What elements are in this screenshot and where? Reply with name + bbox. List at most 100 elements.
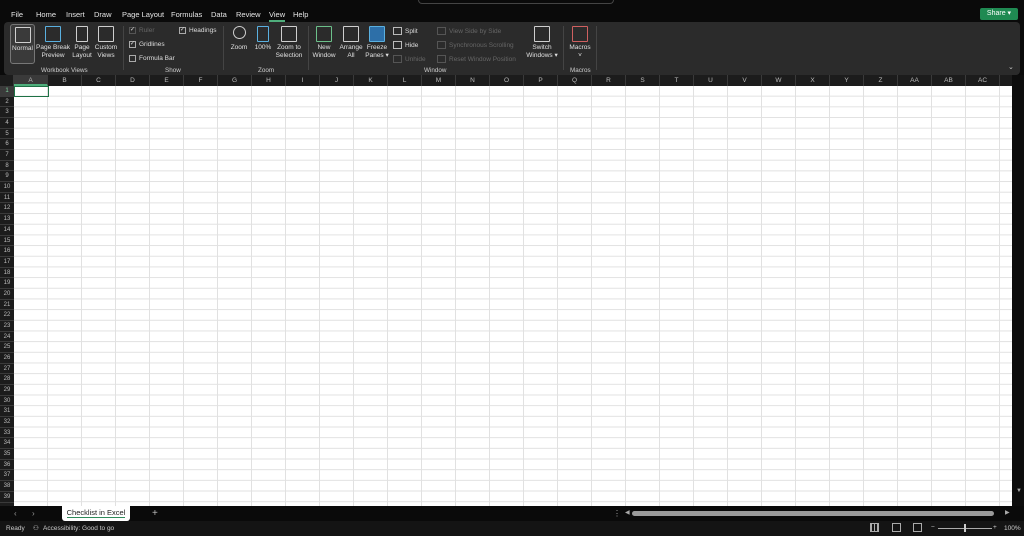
row-header-37[interactable]: 37: [0, 470, 14, 482]
zoom-slider-thumb[interactable]: [964, 524, 966, 532]
row-header-22[interactable]: 22: [0, 310, 14, 321]
new-window-button[interactable]: New Window: [311, 26, 337, 60]
tab-splitter-icon[interactable]: ⋮: [613, 509, 621, 518]
synchronous-scrolling-button[interactable]: Synchronous Scrolling: [437, 41, 514, 49]
row-header-7[interactable]: 7: [0, 150, 14, 161]
row-header-2[interactable]: 2: [0, 97, 14, 108]
column-header-F[interactable]: F: [184, 75, 218, 86]
row-header-10[interactable]: 10: [0, 182, 14, 193]
menu-tab-home[interactable]: Home: [36, 10, 56, 19]
hide-button[interactable]: Hide: [393, 41, 418, 49]
scroll-left-icon[interactable]: ◀: [625, 509, 630, 516]
menu-tab-file[interactable]: File: [11, 10, 23, 19]
row-header-31[interactable]: 31: [0, 406, 14, 418]
zoom-button[interactable]: Zoom: [229, 26, 249, 52]
row-header-20[interactable]: 20: [0, 289, 14, 300]
row-header-23[interactable]: 23: [0, 321, 14, 332]
column-header-C[interactable]: C: [82, 75, 116, 86]
column-header-B[interactable]: B: [48, 75, 82, 86]
prev-sheet-icon[interactable]: ‹: [14, 509, 17, 518]
row-header-33[interactable]: 33: [0, 428, 14, 439]
column-header-D[interactable]: D: [116, 75, 150, 86]
row-header-12[interactable]: 12: [0, 203, 14, 215]
zoom-in-icon[interactable]: +: [993, 524, 997, 531]
column-header-A[interactable]: A: [14, 75, 48, 86]
row-header-3[interactable]: 3: [0, 107, 14, 119]
row-header-35[interactable]: 35: [0, 449, 14, 460]
column-header-AA[interactable]: AA: [898, 75, 932, 86]
row-header-25[interactable]: 25: [0, 342, 14, 353]
page-layout-button[interactable]: Page Layout: [71, 26, 93, 60]
row-header-39[interactable]: 39: [0, 492, 14, 503]
next-sheet-icon[interactable]: ›: [32, 509, 35, 518]
title-search-box[interactable]: [418, 0, 614, 4]
menu-tab-data[interactable]: Data: [211, 10, 227, 19]
custom-views-button[interactable]: Custom Views: [94, 26, 118, 60]
column-header-E[interactable]: E: [150, 75, 184, 86]
column-header-O[interactable]: O: [490, 75, 524, 86]
row-header-15[interactable]: 15: [0, 236, 14, 247]
page-break-preview-button[interactable]: Page Break Preview: [36, 26, 70, 60]
column-header-Y[interactable]: Y: [830, 75, 864, 86]
horizontal-scrollbar[interactable]: [632, 511, 994, 516]
column-header-L[interactable]: L: [388, 75, 422, 86]
collapse-ribbon-icon[interactable]: ⌄: [1008, 63, 1014, 71]
add-sheet-button[interactable]: +: [152, 508, 158, 519]
worksheet-grid[interactable]: [14, 86, 1012, 506]
column-header-W[interactable]: W: [762, 75, 796, 86]
row-header-28[interactable]: 28: [0, 374, 14, 386]
sheet-tab-checklist[interactable]: Checklist in Excel: [62, 506, 130, 521]
column-header-T[interactable]: T: [660, 75, 694, 86]
selected-cell-a1[interactable]: [14, 86, 49, 97]
vertical-scrollbar[interactable]: ▼: [1012, 75, 1024, 506]
row-header-26[interactable]: 26: [0, 353, 14, 364]
row-header-18[interactable]: 18: [0, 268, 14, 279]
row-header-11[interactable]: 11: [0, 193, 14, 204]
zoom-to-selection-button[interactable]: Zoom to Selection: [274, 26, 304, 60]
row-header-9[interactable]: 9: [0, 171, 14, 183]
view-side-by-side-button[interactable]: View Side by Side: [437, 27, 501, 35]
normal-view-icon[interactable]: [870, 523, 879, 532]
column-header-I[interactable]: I: [286, 75, 320, 86]
column-header-G[interactable]: G: [218, 75, 252, 86]
row-header-29[interactable]: 29: [0, 385, 14, 396]
page-layout-view-icon[interactable]: [892, 523, 901, 532]
column-header-V[interactable]: V: [728, 75, 762, 86]
arrange-all-button[interactable]: Arrange All: [338, 26, 364, 60]
menu-tab-draw[interactable]: Draw: [94, 10, 112, 19]
reset-window-position-button[interactable]: Reset Window Position: [437, 55, 516, 63]
column-header-K[interactable]: K: [354, 75, 388, 86]
row-header-32[interactable]: 32: [0, 417, 14, 428]
column-header-R[interactable]: R: [592, 75, 626, 86]
row-header-1[interactable]: 1: [0, 86, 14, 97]
row-header-24[interactable]: 24: [0, 332, 14, 343]
row-header-17[interactable]: 17: [0, 257, 14, 268]
column-header-S[interactable]: S: [626, 75, 660, 86]
row-header-5[interactable]: 5: [0, 129, 14, 140]
menu-tab-review[interactable]: Review: [236, 10, 261, 19]
accessibility-status[interactable]: Accessibility: Good to go: [43, 525, 114, 532]
column-header-Q[interactable]: Q: [558, 75, 592, 86]
page-break-view-icon[interactable]: [913, 523, 922, 532]
row-header-14[interactable]: 14: [0, 225, 14, 236]
freeze-panes-button[interactable]: Freeze Panes ▾: [365, 26, 389, 60]
menu-tab-insert[interactable]: Insert: [66, 10, 85, 19]
zoom-out-icon[interactable]: −: [931, 524, 935, 531]
share-button[interactable]: Share ▾: [980, 8, 1018, 20]
row-header-19[interactable]: 19: [0, 278, 14, 289]
column-header-Z[interactable]: Z: [864, 75, 898, 86]
scroll-right-icon[interactable]: ▶: [1005, 509, 1010, 516]
zoom-level[interactable]: 100%: [1004, 525, 1021, 532]
unhide-button[interactable]: Unhide: [393, 55, 426, 63]
split-button[interactable]: Split: [393, 27, 418, 35]
row-header-34[interactable]: 34: [0, 438, 14, 450]
row-header-8[interactable]: 8: [0, 161, 14, 172]
column-header-N[interactable]: N: [456, 75, 490, 86]
column-header-J[interactable]: J: [320, 75, 354, 86]
row-header-27[interactable]: 27: [0, 364, 14, 375]
row-header-21[interactable]: 21: [0, 300, 14, 311]
switch-windows-button[interactable]: Switch Windows ▾: [524, 26, 560, 60]
column-header-U[interactable]: U: [694, 75, 728, 86]
menu-tab-page-layout[interactable]: Page Layout: [122, 10, 164, 19]
ruler-checkbox[interactable]: ✓ Ruler: [129, 27, 155, 34]
